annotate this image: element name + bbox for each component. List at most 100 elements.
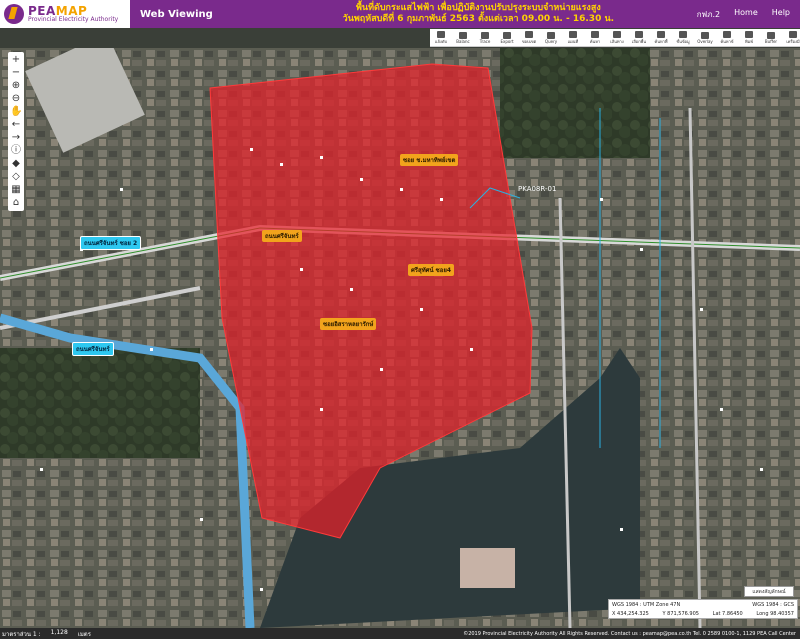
tool-icon-6 — [569, 30, 577, 38]
tool-button-16[interactable]: เครื่องมื — [782, 30, 800, 45]
tool-button-7[interactable]: ค้นหา — [584, 30, 606, 45]
info-icon[interactable]: ⓘ — [10, 145, 22, 157]
map-toolbar: แจ้งดับ Balanc Trace Export ขอบเขต Query แผนที… — [430, 29, 800, 47]
tool-button-13[interactable]: ค้นหาข้ — [716, 30, 738, 45]
app-title: Web Viewing — [140, 8, 213, 20]
forward-icon[interactable]: → — [10, 132, 22, 144]
tool-icon-10 — [657, 30, 665, 38]
tool-label-16: เครื่องมื — [786, 38, 800, 44]
road-label-6[interactable]: ซอยอิสราหลยารักษ์ — [320, 318, 377, 330]
tool-icon-16 — [789, 30, 797, 38]
tool-button-2[interactable]: Trace — [474, 31, 496, 44]
forest-area-west — [0, 348, 200, 458]
notice-line-2: วันพฤหัสบดีที่ 6 กุมภาพันธ์ 2563 ตั้งแต่… — [342, 14, 615, 24]
measure-icon[interactable]: ◆ — [10, 158, 22, 170]
utm-label: WGS 1984 : UTM Zone 47N — [612, 602, 681, 608]
tool-label-13: ค้นหาข้ — [720, 38, 734, 44]
tool-icon-4 — [525, 30, 533, 38]
zoom-out-icon[interactable]: − — [10, 67, 22, 79]
layers-icon[interactable]: ▦ — [10, 184, 22, 196]
tool-label-0: แจ้งดับ — [434, 38, 447, 44]
tool-label-7: ค้นหา — [589, 38, 601, 44]
road-label-2[interactable]: ถนนศรีจันทร์ — [72, 342, 114, 356]
logo-text: PEAMAP Provincial Electricity Authority — [28, 5, 118, 23]
coord-lat: Lat 7.86450 — [712, 611, 743, 617]
tool-icon-11 — [679, 30, 687, 38]
tool-icon-9 — [635, 30, 643, 38]
coord-y: Y 871,576.905 — [662, 611, 699, 617]
scale-label: มาตราส่วน 1 : — [2, 630, 41, 638]
tool-label-3: Export — [500, 38, 514, 44]
tool-button-12[interactable]: Overlay — [694, 31, 716, 44]
road-label-5[interactable]: ศรีสุทัศน์ ซอย4 — [408, 264, 455, 276]
logo-subtitle: Provincial Electricity Authority — [28, 16, 119, 23]
tool-button-0[interactable]: แจ้งดับ — [430, 30, 452, 45]
zoom-out-box-icon[interactable]: ⊖ — [10, 93, 22, 105]
clear-icon[interactable]: ◇ — [10, 171, 22, 183]
coordinate-panel: WGS 1984 : UTM Zone 47N WGS 1984 : GCS X… — [608, 599, 798, 619]
tool-button-10[interactable]: ค้นหาพื้ — [650, 30, 672, 45]
legend-button[interactable]: แสดงสัญลักษณ์ — [744, 586, 794, 597]
tool-icon-1 — [459, 31, 467, 39]
tool-icon-8 — [613, 30, 621, 38]
zoom-in-box-icon[interactable]: ⊕ — [10, 80, 22, 92]
coord-row-values: X 434,254.325 Y 871,576.905 Lat 7.86450 … — [612, 610, 794, 619]
gcs-label: WGS 1984 : GCS — [752, 602, 794, 608]
tool-button-14[interactable]: พิมพ์ — [738, 30, 760, 45]
coord-long: Long 98.40357 — [756, 611, 794, 617]
road-label-1[interactable]: ถนนศรีจันทร์ ซอย 2 — [80, 236, 142, 250]
zoom-in-icon[interactable]: + — [10, 54, 22, 66]
tool-label-6: แผนที่ — [567, 38, 579, 44]
coord-row-projection: WGS 1984 : UTM Zone 47N WGS 1984 : GCS — [612, 601, 794, 610]
tool-icon-14 — [745, 30, 753, 38]
pea-logo[interactable]: PEAMAP Provincial Electricity Authority — [0, 0, 130, 28]
tool-button-3[interactable]: Export — [496, 31, 518, 44]
scale-bar: มาตราส่วน 1 : 1,128 เมตร — [0, 629, 160, 639]
tool-label-4: ขอบเขต — [521, 38, 537, 44]
feeder-label[interactable]: PKA08R-01 — [518, 185, 556, 193]
header-bar: PEAMAP Provincial Electricity Authority … — [0, 0, 800, 28]
tool-icon-0 — [437, 30, 445, 38]
scale-value: 1,128 — [50, 628, 68, 636]
footer-bar: มาตราส่วน 1 : 1,128 เมตร ©2019 Provincia… — [0, 628, 800, 639]
tool-label-10: ค้นหาพื้ — [654, 38, 668, 44]
tool-button-4[interactable]: ขอบเขต — [518, 30, 540, 45]
nav-item-home[interactable]: Home — [734, 8, 758, 21]
tool-icon-13 — [723, 30, 731, 38]
tool-button-15[interactable]: Buffer — [760, 31, 782, 44]
tool-label-9: เลือกพื้น — [631, 38, 646, 44]
tool-button-5[interactable]: Query — [540, 31, 562, 44]
temple-roof — [460, 548, 515, 588]
tool-icon-2 — [481, 31, 489, 39]
tool-button-6[interactable]: แผนที่ — [562, 30, 584, 45]
tool-label-12: Overlay — [697, 38, 713, 44]
tool-icon-3 — [503, 31, 511, 39]
coord-x: X 434,254.325 — [612, 611, 649, 617]
copyright-text: ©2019 Provincial Electricity Authority A… — [463, 630, 796, 637]
road-label-4[interactable]: ซอย ช.มหาทิพย์เขต — [400, 154, 459, 166]
app-window: PEAMAP Provincial Electricity Authority … — [0, 0, 800, 639]
home-icon[interactable]: ⌂ — [10, 197, 22, 209]
tool-icon-5 — [547, 31, 555, 39]
pea-logo-icon — [4, 4, 24, 24]
tool-label-1: Balanc — [456, 38, 470, 44]
tool-button-11[interactable]: ชั้นข้อมู — [672, 30, 694, 45]
nav-item-region[interactable]: กฟภ.2 — [697, 8, 720, 21]
map-svg — [0, 48, 800, 628]
back-icon[interactable]: ← — [10, 119, 22, 131]
pan-icon[interactable]: ✋ — [10, 106, 22, 118]
tool-button-9[interactable]: เลือกพื้น — [628, 30, 650, 45]
top-nav: กฟภ.2 Home Help — [697, 8, 800, 21]
road-label-3[interactable]: ถนนศรีจันทร์ — [262, 230, 302, 242]
tool-button-1[interactable]: Balanc — [452, 31, 474, 44]
tool-button-8[interactable]: เส้นทาง — [606, 30, 628, 45]
tool-label-2: Trace — [479, 38, 491, 44]
tool-icon-7 — [591, 30, 599, 38]
tool-label-15: Buffer — [764, 38, 778, 44]
scale-unit: เมตร — [77, 630, 91, 638]
tool-label-8: เส้นทาง — [610, 38, 624, 44]
forest-area — [500, 48, 650, 158]
map-canvas[interactable]: ถนนศรีจันทร์ ซอย 2 ถนนศรีจันทร์ ถนนศรีจั… — [0, 48, 800, 628]
nav-item-help[interactable]: Help — [772, 8, 790, 21]
tool-label-11: ชั้นข้อมู — [676, 38, 690, 44]
